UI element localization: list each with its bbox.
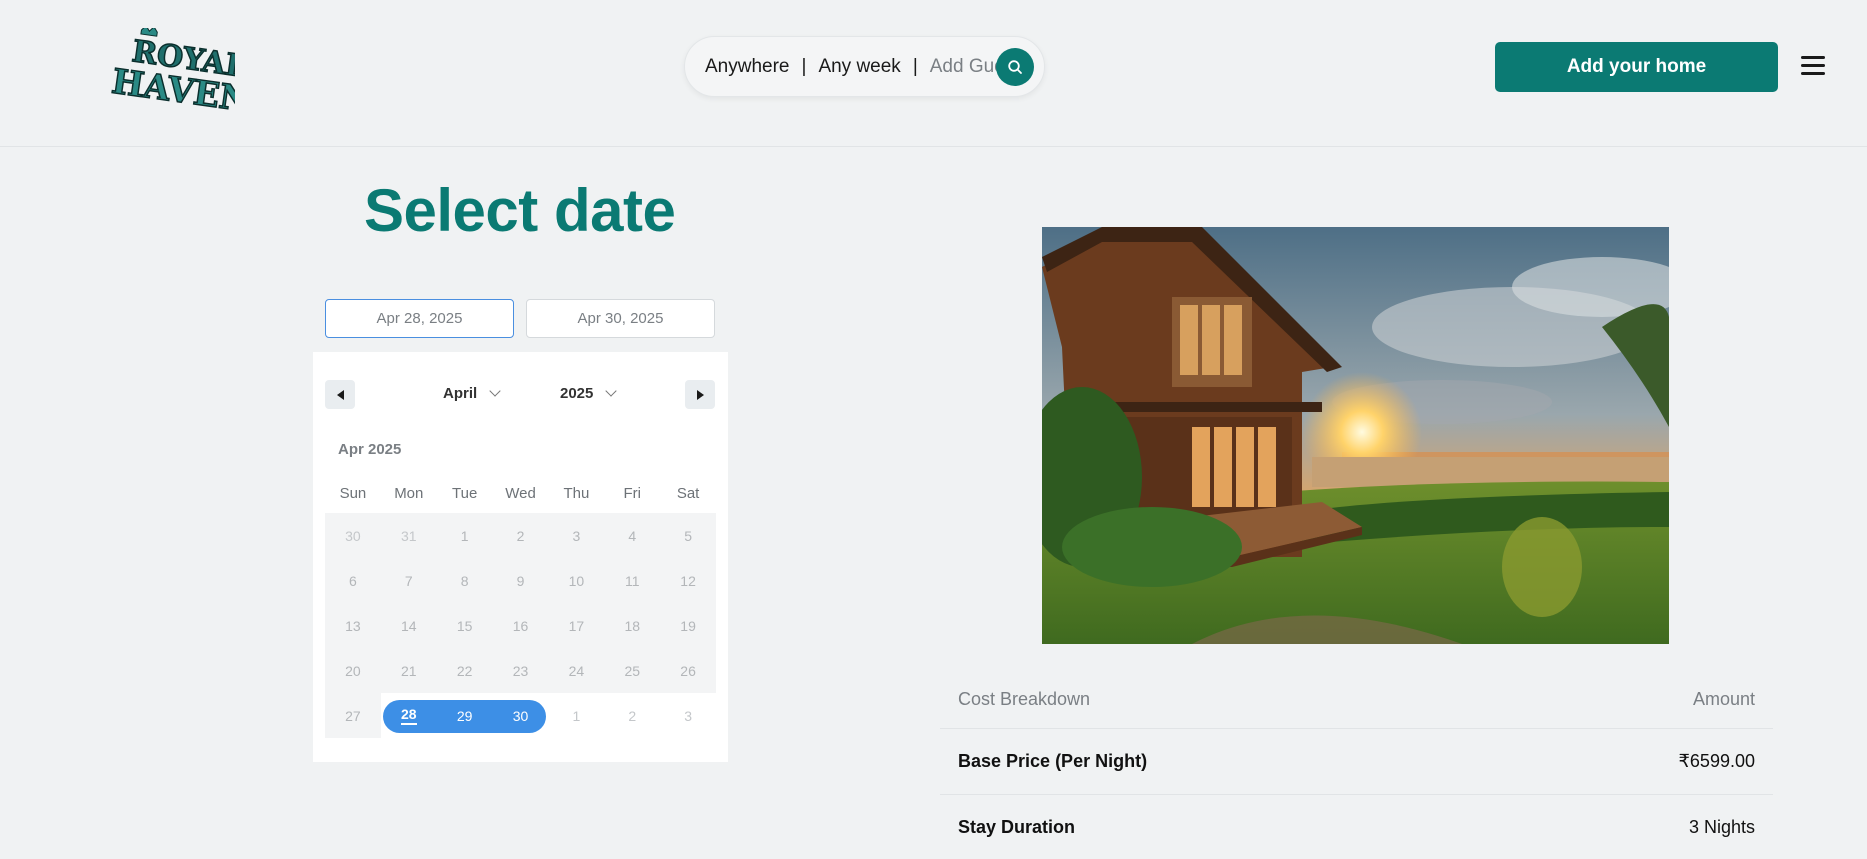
next-month-button[interactable] (685, 380, 715, 409)
caret-right-icon (696, 389, 704, 400)
calendar-day[interactable]: 14 (380, 603, 437, 648)
calendar-week: 30 31 1 2 3 4 5 (325, 513, 717, 558)
calendar-day[interactable]: 22 (436, 648, 493, 693)
calendar-week: 6 7 8 9 10 11 12 (325, 558, 717, 603)
calendar-day[interactable]: 17 (548, 603, 605, 648)
calendar-day[interactable]: 2 (492, 513, 549, 558)
month-select-value: April (443, 385, 478, 402)
chevron-down-icon (489, 384, 501, 397)
year-select[interactable]: 2025 (560, 384, 618, 402)
cost-table-header: Cost Breakdown Amount (940, 670, 1773, 729)
cost-item-amount: ₹6599.00 (1678, 751, 1755, 771)
calendar-day[interactable]: 9 (492, 558, 549, 603)
calendar-week: 20 21 22 23 24 25 26 (325, 648, 717, 693)
top-header: ROYAL HAVEN Anywhere | Any week | Add Gu… (0, 0, 1867, 147)
menu-icon[interactable] (1801, 56, 1825, 76)
calendar-day[interactable]: 3 (660, 693, 716, 738)
table-row: Stay Duration 3 Nights (940, 795, 1773, 859)
weekday-label: Sat (676, 485, 700, 502)
royal-haven-logo[interactable]: ROYAL HAVEN (100, 24, 254, 121)
page-title: Select date (364, 177, 676, 244)
day-grid: 30 31 1 2 3 4 5 6 7 8 9 10 11 12 13 14 1… (325, 513, 717, 738)
calendar-day[interactable]: 24 (548, 648, 605, 693)
year-select-value: 2025 (560, 385, 594, 402)
calendar-day[interactable]: 7 (380, 558, 437, 603)
chevron-down-icon (605, 384, 618, 397)
weekday-label: Fri (623, 485, 641, 502)
previous-month-button[interactable] (325, 380, 355, 409)
weekday-label: Thu (563, 485, 590, 502)
search-icon (1008, 60, 1022, 74)
calendar-day[interactable]: 1 (548, 693, 604, 738)
calendar-day[interactable]: 19 (660, 603, 717, 648)
property-photo (1042, 227, 1669, 644)
add-your-home-button[interactable]: Add your home (1495, 42, 1778, 92)
cost-breakdown-column-header: Cost Breakdown (958, 688, 1091, 709)
calendar-day[interactable]: 10 (548, 558, 605, 603)
cost-item-label: Stay Duration (958, 817, 1076, 837)
search-separator: | (912, 55, 918, 77)
calendar-day[interactable]: 18 (604, 603, 661, 648)
search-bar[interactable]: Anywhere | Any week | Add Guest (684, 36, 1045, 97)
calendar-day-selected-start-number: 28 (401, 706, 417, 725)
weekday-label: Sun (339, 485, 367, 502)
calendar-day[interactable]: 16 (492, 603, 549, 648)
caret-left-icon (336, 389, 344, 400)
calendar-day-in-range[interactable]: 29 (437, 693, 493, 738)
calendar-day[interactable]: 23 (492, 648, 549, 693)
date-picker-calendar: April 2025 Apr 2025 Sun Mon Tue Wed Thu … (313, 352, 728, 762)
weekday-label: Wed (505, 485, 536, 502)
calendar-day[interactable]: 11 (604, 558, 661, 603)
calendar-day[interactable]: 15 (436, 603, 493, 648)
search-separator: | (801, 55, 807, 77)
location-filter[interactable]: Anywhere (705, 56, 790, 78)
weekday-label: Tue (452, 485, 478, 502)
calendar-day[interactable]: 13 (325, 603, 381, 648)
calendar-week: 27 28 29 30 1 2 3 (325, 693, 716, 738)
weekday-header: Sun Mon Tue Wed Thu Fri Sat (325, 485, 716, 502)
table-row: Base Price (Per Night) ₹6599.00 (940, 729, 1773, 795)
calendar-day[interactable]: 30 (325, 513, 381, 558)
calendar-day[interactable]: 3 (548, 513, 605, 558)
calendar-day[interactable]: 2 (604, 693, 660, 738)
cost-breakdown-table: Cost Breakdown Amount Base Price (Per Ni… (940, 670, 1773, 859)
cost-item-amount: 3 Nights (1688, 817, 1755, 837)
amount-column-header: Amount (1692, 688, 1755, 709)
cost-item-label: Base Price (Per Night) (958, 751, 1148, 771)
calendar-week: 13 14 15 16 17 18 19 (325, 603, 717, 648)
calendar-day[interactable]: 5 (660, 513, 717, 558)
calendar-day[interactable]: 21 (380, 648, 437, 693)
calendar-day[interactable]: 25 (604, 648, 661, 693)
weekday-label: Mon (394, 485, 424, 502)
week-filter[interactable]: Any week (818, 56, 900, 78)
start-date-input[interactable]: Apr 28, 2025 (325, 299, 514, 338)
search-button[interactable] (996, 48, 1034, 86)
end-date-input[interactable]: Apr 30, 2025 (526, 299, 715, 338)
calendar-day[interactable]: 26 (660, 648, 717, 693)
calendar-day[interactable]: 1 (436, 513, 493, 558)
calendar-day[interactable]: 8 (436, 558, 493, 603)
calendar-day[interactable]: 4 (604, 513, 661, 558)
calendar-day[interactable]: 27 (325, 693, 381, 738)
month-caption: Apr 2025 (338, 441, 402, 458)
month-select[interactable]: April (443, 384, 501, 402)
calendar-day[interactable]: 12 (660, 558, 717, 603)
calendar-day[interactable]: 20 (325, 648, 381, 693)
calendar-day-selected-start[interactable]: 28 (381, 693, 437, 738)
calendar-day-selected-end[interactable]: 30 (493, 693, 549, 738)
calendar-day[interactable]: 6 (325, 558, 381, 603)
calendar-day[interactable]: 31 (380, 513, 437, 558)
